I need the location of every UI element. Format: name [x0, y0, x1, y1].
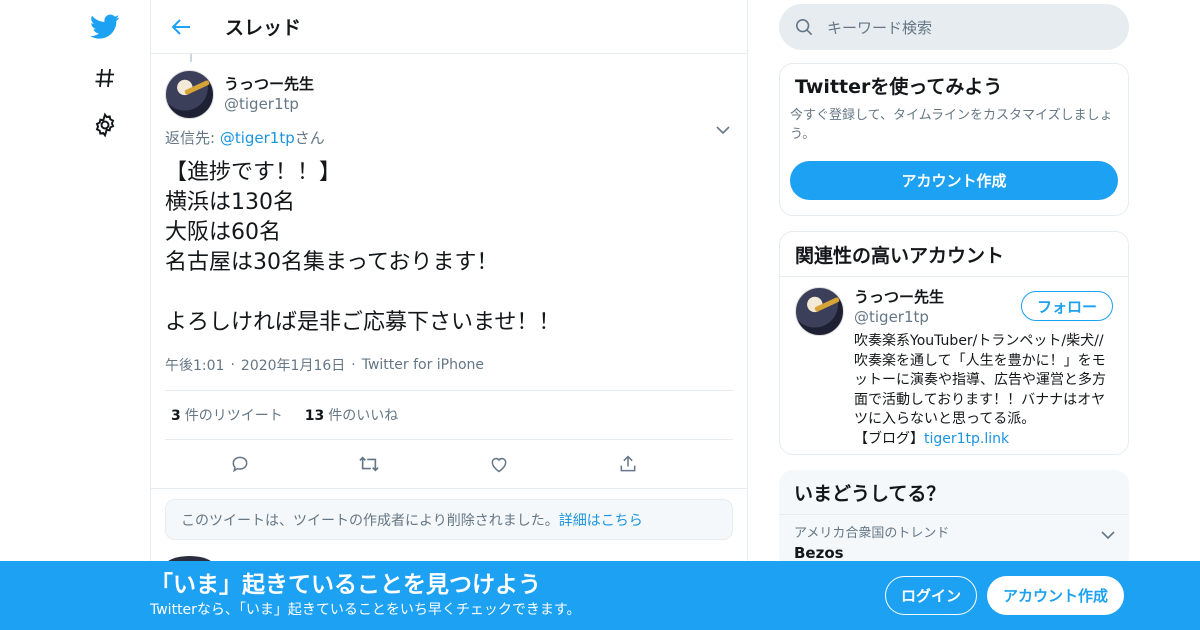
trends-title: いまどうしてる？: [779, 470, 1129, 515]
login-button[interactable]: ログイン: [885, 576, 977, 615]
deleted-tweet-notice: このツイートは、ツイートの作成者により削除されました。 詳細はこちら: [165, 499, 733, 540]
focused-tweet: うっつー先生 @tiger1tp 返信先: @tiger1tpさん 【進捗です！…: [151, 54, 747, 488]
reply-to: 返信先: @tiger1tpさん: [165, 128, 733, 148]
left-nav: [0, 0, 150, 630]
avatar[interactable]: [165, 69, 214, 119]
meta-separator: ·: [230, 357, 235, 373]
related-accounts-card: 関連性の高いアカウント うっつー先生 @tiger1tp フォロー 吹奏楽系Yo…: [779, 231, 1129, 455]
like-label: 件のいいね: [328, 408, 399, 424]
banner-signup-button[interactable]: アカウント作成: [987, 576, 1124, 615]
like-stat[interactable]: 13 件のいいね: [305, 405, 398, 425]
related-title: 関連性の高いアカウント: [780, 232, 1128, 277]
search-icon: [795, 18, 813, 36]
banner-subtitle: Twitterなら、「いま」起きていることをいち早くチェックできます。: [150, 602, 581, 618]
chevron-down-icon[interactable]: [1101, 525, 1115, 544]
like-count: 13: [304, 408, 325, 424]
main-header: スレッド: [151, 0, 747, 54]
avatar[interactable]: [795, 287, 844, 336]
share-icon[interactable]: [616, 452, 640, 476]
signup-card: Twitterを使ってみよう 今すぐ登録して、タイムラインをカスタマイズしましょ…: [779, 63, 1129, 216]
related-bio: 吹奏楽系YouTuber/トランペット/柴犬//吹奏楽を通して「人生を豊かに！」…: [854, 332, 1113, 449]
reply-prefix: 返信先:: [165, 129, 220, 147]
deleted-notice-text: このツイートは、ツイートの作成者により削除されました。: [181, 512, 559, 529]
tweet-stats: 3 件のリツイート 13 件のいいね: [165, 390, 733, 440]
retweet-stat[interactable]: 3 件のリツイート: [171, 405, 283, 425]
reply-suffix: さん: [294, 129, 325, 147]
trends-card: いまどうしてる？ アメリカ合衆国のトレンド Bezos: [779, 470, 1129, 570]
main-column: スレッド うっつー先生 @tiger1tp 返信先: @tiger1tpさん 【…: [150, 0, 748, 630]
reply-handle-link[interactable]: @tiger1tp: [220, 129, 295, 147]
bio-text: 吹奏楽系YouTuber/トランペット/柴犬//吹奏楽を通して「人生を豊かに！」…: [854, 333, 1106, 447]
trend-name[interactable]: Bezos: [794, 543, 1114, 563]
search-input[interactable]: キーワード検索: [827, 17, 932, 38]
retweet-icon[interactable]: [357, 452, 381, 476]
tweet-author[interactable]: うっつー先生 @tiger1tp: [165, 54, 733, 124]
bio-link[interactable]: tiger1tp.link: [924, 431, 1009, 447]
arrow-left-icon: [171, 18, 190, 35]
tweet-actions: [165, 440, 733, 488]
heart-icon[interactable]: [487, 452, 511, 476]
tweet-time[interactable]: 午後1:01: [165, 355, 224, 375]
follow-button[interactable]: フォロー: [1021, 291, 1113, 321]
signup-banner: 「いま」起きていることを見つけよう Twitterなら、「いま」起きていることを…: [0, 561, 1200, 630]
meta-separator: ·: [351, 357, 356, 373]
tweet-date[interactable]: 2020年1月16日: [241, 355, 345, 375]
signup-card-title: Twitterを使ってみよう: [795, 76, 1003, 98]
details-link[interactable]: 詳細はこちら: [559, 510, 643, 530]
signup-card-desc: 今すぐ登録して、タイムラインをカスタマイズしましょう。: [790, 108, 1113, 142]
author-name[interactable]: うっつー先生: [224, 74, 314, 94]
tweet-text: 【進捗です！！】 横浜は130名 大阪は60名 名古屋は30名集まっております！…: [165, 160, 561, 335]
twitter-logo-icon[interactable]: [90, 12, 120, 42]
related-name[interactable]: うっつー先生: [854, 287, 944, 307]
reply-icon[interactable]: [228, 452, 252, 476]
page-title: スレッド: [225, 17, 302, 39]
retweet-label: 件のリツイート: [184, 408, 283, 424]
trend-context: アメリカ合衆国のトレンド: [794, 526, 950, 541]
create-account-button[interactable]: アカウント作成: [790, 161, 1118, 200]
back-button[interactable]: [151, 0, 211, 54]
divider: [151, 488, 747, 489]
gear-icon[interactable]: [90, 110, 120, 140]
related-account: うっつー先生 @tiger1tp フォロー 吹奏楽系YouTuber/トランペッ…: [780, 277, 1128, 459]
retweet-count: 3: [171, 408, 181, 424]
tweet-meta: 午後1:01 · 2020年1月16日 · Twitter for iPhone: [165, 352, 733, 378]
author-handle[interactable]: @tiger1tp: [224, 94, 314, 114]
banner-title: 「いま」起きていることを見つけよう: [150, 572, 541, 598]
tweet-source: Twitter for iPhone: [361, 357, 485, 373]
chevron-down-icon[interactable]: [713, 120, 733, 140]
search-bar[interactable]: キーワード検索: [779, 4, 1129, 50]
related-handle[interactable]: @tiger1tp: [854, 307, 944, 327]
hashtag-icon[interactable]: [90, 63, 120, 93]
